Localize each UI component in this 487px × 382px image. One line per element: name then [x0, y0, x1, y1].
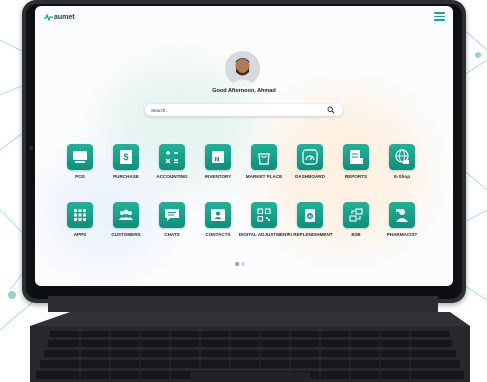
pharmacist-icon	[396, 209, 408, 222]
gauge-icon	[302, 149, 318, 165]
calculator-icon	[165, 151, 178, 164]
ai-icon: Ai	[305, 209, 315, 222]
report-icon	[350, 150, 363, 164]
front-camera	[29, 146, 33, 150]
page-dot-2[interactable]	[241, 262, 245, 266]
keyboard-cover	[30, 296, 470, 382]
box-icon	[212, 151, 224, 163]
shopping-bag-icon	[258, 153, 270, 165]
globe-cart-icon	[395, 149, 409, 164]
page-indicator	[235, 262, 245, 266]
svg-text:Ai: Ai	[308, 215, 312, 219]
b2b-icon	[349, 208, 363, 222]
app-label: PHARMACIST	[386, 232, 418, 237]
svg-text:$: $	[123, 152, 128, 162]
chat-icon	[165, 209, 179, 221]
app-screen: aumet Good Afternoon, Ahmad POS $ PURCHA…	[35, 6, 453, 286]
qr-icon	[257, 208, 271, 222]
apps-grid: POS $ PURCHASE ACCOUNTING INVENTORY MARK…	[35, 6, 453, 286]
page-dot-1[interactable]	[235, 262, 239, 266]
pos-icon	[73, 151, 87, 163]
contact-card-icon	[211, 209, 225, 221]
app-label: E-Shop	[393, 174, 411, 179]
grid-icon	[74, 209, 86, 221]
invoice-icon: $	[120, 150, 132, 164]
users-icon	[119, 209, 133, 220]
